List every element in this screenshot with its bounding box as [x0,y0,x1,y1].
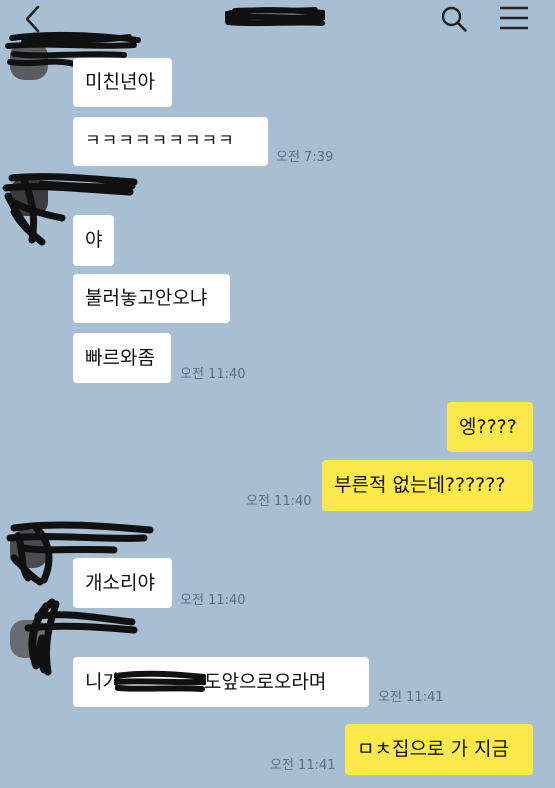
message-bubble[interactable]: 빠르와좀 [73,333,171,383]
message-text: 도앞으로오라며 [203,670,327,693]
redacted-text [113,670,206,692]
message-bubble[interactable]: 불러놓고안오냐 [73,274,230,323]
redacted-chat-title [225,7,325,27]
message-text: 부른적 없는데?????? [334,474,506,496]
message-timestamp: 오전 11:40 [180,593,246,608]
message-bubble[interactable]: 니가 도앞으로오라며 [73,657,369,707]
message-text: 빠르와좀 [85,346,155,369]
message-bubble[interactable]: 엥???? [447,402,533,452]
message-text: 개소리야 [85,571,155,594]
message-bubble[interactable]: 야 [73,215,114,266]
message-bubble[interactable]: 부른적 없는데?????? [322,460,533,511]
message-timestamp: 오전 7:39 [276,150,334,165]
message-text: 야 [85,229,103,251]
message-timestamp: 오전 11:41 [270,758,336,773]
message-timestamp: 오전 11:41 [378,690,444,705]
hamburger-menu-icon[interactable] [498,5,530,31]
message-text: 미친년아 [85,71,155,93]
search-icon[interactable] [440,5,468,33]
message-bubble[interactable]: 미친년아 [73,58,172,107]
message-timestamp: 오전 11:40 [180,367,246,382]
message-bubble[interactable]: ㅁㅊ집으로 가 지금 [345,724,533,775]
message-bubble[interactable]: ㅋㅋㅋㅋㅋㅋㅋㅋㅋ [73,117,268,166]
message-timestamp: 오전 11:40 [246,494,312,509]
message-text: ㅋㅋㅋㅋㅋㅋㅋㅋㅋ [85,131,235,151]
message-text: 엥???? [459,415,517,438]
message-text: 불러놓고안오냐 [85,287,208,309]
message-text: ㅁㅊ집으로 가 지금 [357,738,509,760]
redacted-sender-name [2,173,138,246]
